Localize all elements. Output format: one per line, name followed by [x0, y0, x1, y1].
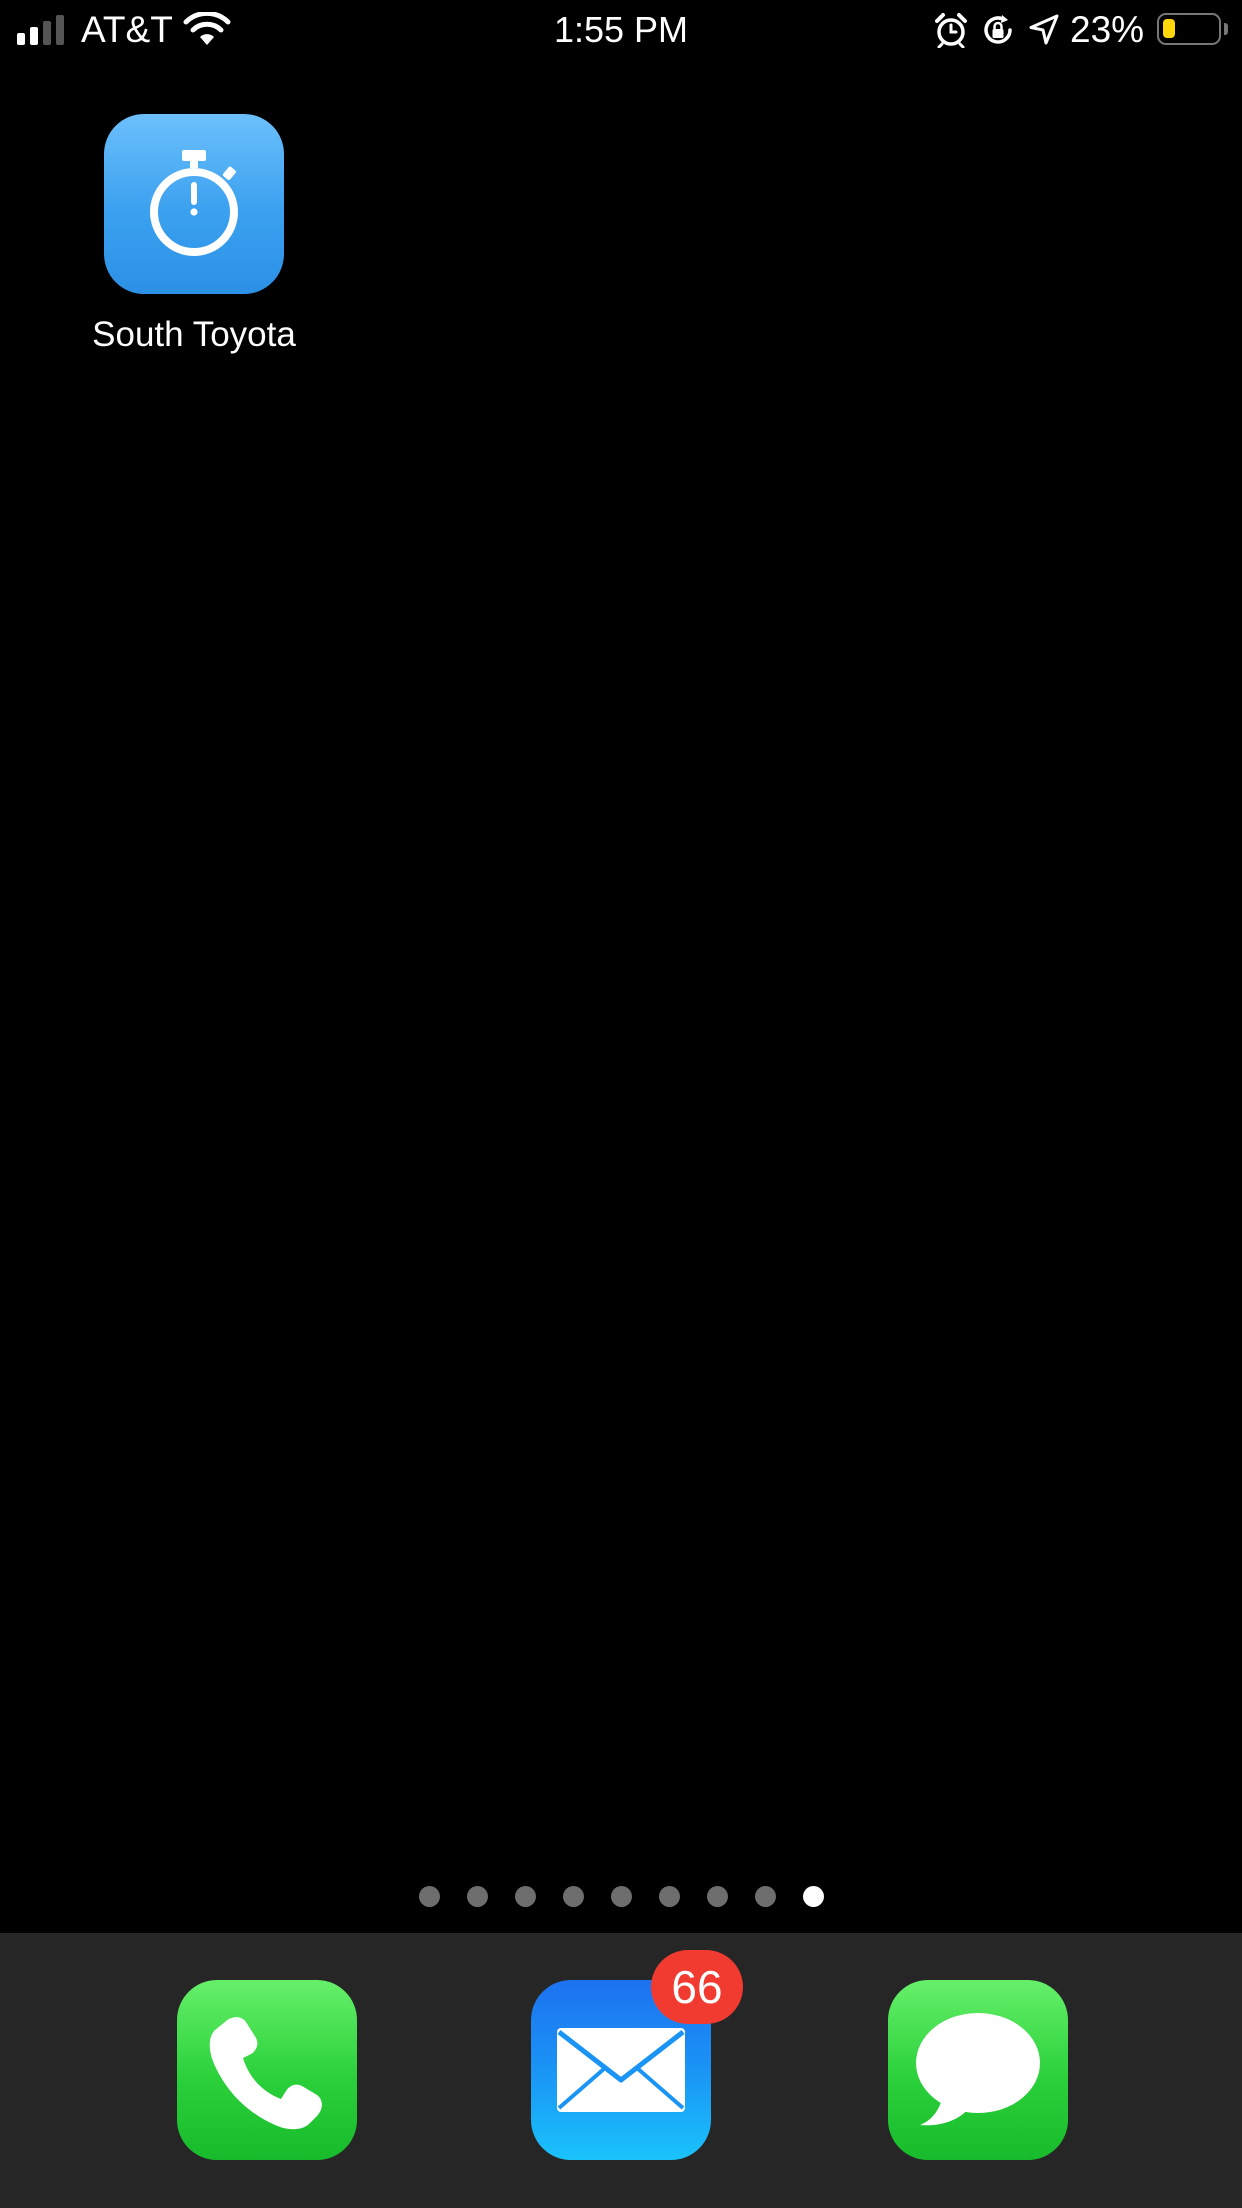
battery-icon — [1157, 13, 1221, 45]
mail-notification-badge: 66 — [651, 1950, 743, 2024]
phone-icon — [209, 2017, 322, 2130]
app-label: South Toyota — [92, 315, 296, 354]
status-bar: AT&T 1:55 PM 23% — [0, 0, 1242, 60]
page-dot[interactable] — [610, 1886, 632, 1907]
battery-terminal — [1224, 23, 1228, 35]
page-indicator[interactable] — [0, 1886, 1242, 1907]
alarm-icon — [935, 13, 967, 48]
rotation-lock-icon — [984, 15, 1012, 44]
page-dot[interactable] — [706, 1886, 728, 1907]
location-arrow-icon — [1029, 14, 1059, 45]
dock — [0, 1933, 1242, 2208]
page-dot-active[interactable] — [802, 1886, 824, 1907]
mail-icon — [557, 2028, 685, 2112]
page-dot[interactable] — [562, 1886, 584, 1907]
messages-app[interactable] — [888, 1980, 1068, 2160]
page-dot[interactable] — [466, 1886, 488, 1907]
page-dot[interactable] — [658, 1886, 680, 1907]
page-dot[interactable] — [754, 1886, 776, 1907]
stopwatch-icon[interactable] — [104, 114, 284, 294]
page-dot[interactable] — [514, 1886, 536, 1907]
phone-app[interactable] — [177, 1980, 357, 2160]
battery-percentage: 23% — [1070, 9, 1145, 50]
page-dot[interactable] — [418, 1886, 440, 1907]
home-screen: AT&T 1:55 PM 23% South Toyota 66 — [0, 0, 1242, 2208]
message-bubble-icon — [916, 2013, 1040, 2126]
app-south-toyota[interactable]: South Toyota — [56, 114, 332, 356]
battery-level-fill — [1163, 19, 1175, 38]
